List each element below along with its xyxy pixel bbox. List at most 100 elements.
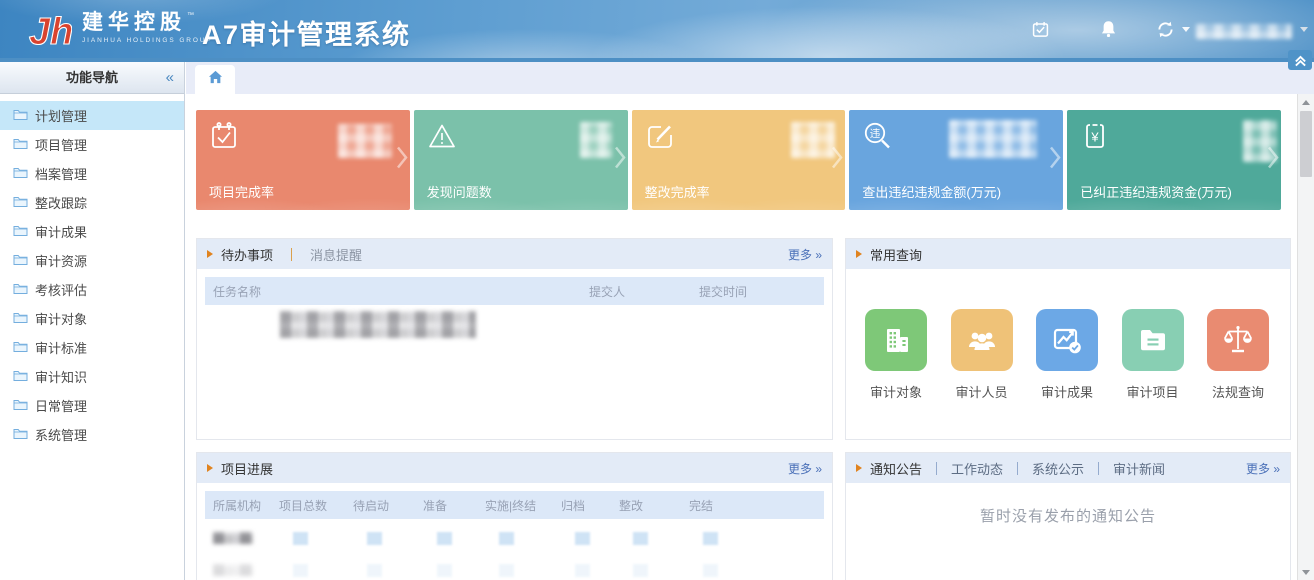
query-panel-header: 常用查询 [846, 239, 1290, 269]
sidebar-item-audit-knowledge[interactable]: 审计知识 [0, 362, 184, 391]
column-submitter: 提交人 [589, 283, 699, 300]
refresh-icon[interactable] [1156, 20, 1175, 44]
app-header: Jh 建华控股 ™ JIANHUA HOLDINGS GROUP A7审计管理系… [0, 0, 1314, 58]
sidebar-item-label: 档案管理 [35, 164, 87, 183]
tab-home[interactable] [195, 65, 235, 94]
sidebar-item-assessment-evaluation[interactable]: 考核评估 [0, 275, 184, 304]
stat-value-blurred [949, 120, 1037, 158]
stat-card-project-completion[interactable]: 项目完成率 [196, 110, 410, 210]
shortcut-label: 审计对象 [856, 382, 936, 401]
tab-system-announcements[interactable]: 系统公示 [1032, 459, 1084, 478]
column-submit-time: 提交时间 [699, 283, 824, 300]
shortcut-label: 审计成果 [1027, 382, 1107, 401]
table-row[interactable] [205, 557, 824, 580]
shortcut-regulation-query[interactable]: 法规查询 [1198, 309, 1278, 401]
progress-panel-header: 项目进展 更多 » [197, 453, 832, 483]
collapse-header-button[interactable] [1288, 50, 1312, 70]
arrow-marker-icon [207, 250, 213, 258]
shortcut-audit-results[interactable]: 审计成果 [1027, 309, 1107, 401]
tab-message-reminders[interactable]: 消息提醒 [310, 245, 362, 264]
count-blurred [367, 532, 382, 545]
todo-more-link[interactable]: 更多 » [788, 246, 822, 263]
sidebar-item-daily-management[interactable]: 日常管理 [0, 391, 184, 420]
sidebar-item-label: 审计成果 [35, 222, 87, 241]
column-preparation: 准备 [423, 497, 485, 514]
stat-value-blurred [580, 122, 612, 158]
count-blurred [703, 532, 718, 545]
sidebar-item-audit-standards[interactable]: 审计标准 [0, 333, 184, 362]
scrollbar-thumb[interactable] [1300, 111, 1312, 177]
table-row[interactable] [205, 305, 824, 343]
svg-text:违: 违 [870, 128, 881, 140]
todo-panel-header: 待办事项 消息提醒 更多 » [197, 239, 832, 269]
stat-card-corrected-funds[interactable]: ¥ 已纠正违纪违规资金(万元) [1067, 110, 1281, 210]
folder-icon [13, 398, 28, 414]
sidebar-item-label: 系统管理 [35, 425, 87, 444]
calendar-check-icon[interactable] [1032, 21, 1049, 43]
tab-audit-news[interactable]: 审计新闻 [1113, 459, 1165, 478]
main-area: 项目完成率 发现问题数 [186, 62, 1314, 580]
count-blurred [437, 532, 452, 545]
sidebar-item-label: 项目管理 [35, 135, 87, 154]
sidebar-item-rectification-tracking[interactable]: 整改跟踪 [0, 188, 184, 217]
progress-more-link[interactable]: 更多 » [788, 460, 822, 477]
user-menu-caret-icon[interactable] [1300, 27, 1308, 32]
column-implement-terminate: 实施|终结 [485, 497, 561, 514]
stat-card-label: 已纠正违纪违规资金(万元) [1080, 182, 1232, 201]
org-name-blurred [213, 564, 253, 576]
user-name-blurred[interactable] [1196, 24, 1292, 39]
sidebar-item-label: 日常管理 [35, 396, 87, 415]
column-rectify: 整改 [619, 497, 689, 514]
folder-icon [13, 137, 28, 153]
table-row[interactable] [205, 525, 824, 551]
content-area: 项目完成率 发现问题数 [186, 94, 1314, 580]
folder-icon [1122, 309, 1184, 371]
scroll-down-button[interactable] [1298, 564, 1314, 580]
sidebar-item-archive-management[interactable]: 档案管理 [0, 159, 184, 188]
shortcut-audit-personnel[interactable]: 审计人员 [942, 309, 1022, 401]
tab-notices[interactable]: 通知公告 [870, 459, 922, 478]
scales-icon [1207, 309, 1269, 371]
folder-icon [13, 224, 28, 240]
shortcut-audit-projects[interactable]: 审计项目 [1113, 309, 1193, 401]
triangle-up-icon [1302, 100, 1310, 105]
sidebar-item-label: 计划管理 [35, 106, 87, 125]
brand-subtitle: JIANHUA HOLDINGS GROUP [82, 37, 213, 44]
sidebar-nav: 计划管理 项目管理 档案管理 整改跟踪 审计成果 审计资源 考核评估 审计对象 [0, 94, 184, 449]
bell-icon[interactable] [1100, 20, 1117, 43]
chevron-right-icon [614, 146, 626, 175]
task-name-blurred [280, 311, 476, 338]
stat-card-issues-found[interactable]: 发现问题数 [414, 110, 628, 210]
sidebar-header: 功能导航 « [0, 62, 184, 94]
tab-divider [1017, 462, 1018, 475]
count-blurred [367, 564, 382, 577]
tab-work-dynamics[interactable]: 工作动态 [951, 459, 1003, 478]
chart-check-icon [1036, 309, 1098, 371]
sidebar-item-audit-objects[interactable]: 审计对象 [0, 304, 184, 333]
sidebar-item-system-management[interactable]: 系统管理 [0, 420, 184, 449]
sidebar-item-label: 审计知识 [35, 367, 87, 386]
column-to-start: 待启动 [353, 497, 423, 514]
users-icon [951, 309, 1013, 371]
sidebar-item-project-management[interactable]: 项目管理 [0, 130, 184, 159]
sidebar-item-plan-management[interactable]: 计划管理 [0, 101, 184, 130]
vertical-scrollbar[interactable] [1297, 94, 1314, 580]
scroll-up-button[interactable] [1298, 94, 1314, 110]
refresh-caret-icon[interactable] [1182, 27, 1190, 32]
page-title: A7审计管理系统 [202, 13, 411, 52]
yuan-doc-icon: ¥ [1080, 121, 1110, 156]
chevron-right-icon [396, 146, 408, 175]
tab-divider [291, 248, 292, 261]
shortcut-audit-objects[interactable]: 审计对象 [856, 309, 936, 401]
count-blurred [633, 532, 648, 545]
common-query-panel: 常用查询 [845, 238, 1291, 440]
stat-card-rectification-rate[interactable]: 整改完成率 [632, 110, 846, 210]
notice-panel: 通知公告 工作动态 系统公示 审计新闻 更多 » 暂时没有发布的通知公告 [845, 452, 1291, 580]
sidebar-item-audit-results[interactable]: 审计成果 [0, 217, 184, 246]
sidebar-collapse-icon[interactable]: « [166, 62, 174, 94]
tab-todo-items[interactable]: 待办事项 [221, 245, 273, 264]
sidebar-item-audit-resources[interactable]: 审计资源 [0, 246, 184, 275]
sidebar-title: 功能导航 [66, 70, 118, 85]
stat-card-violation-amount[interactable]: 违 查出违纪违规金额(万元) [849, 110, 1063, 210]
notice-more-link[interactable]: 更多 » [1246, 460, 1280, 477]
